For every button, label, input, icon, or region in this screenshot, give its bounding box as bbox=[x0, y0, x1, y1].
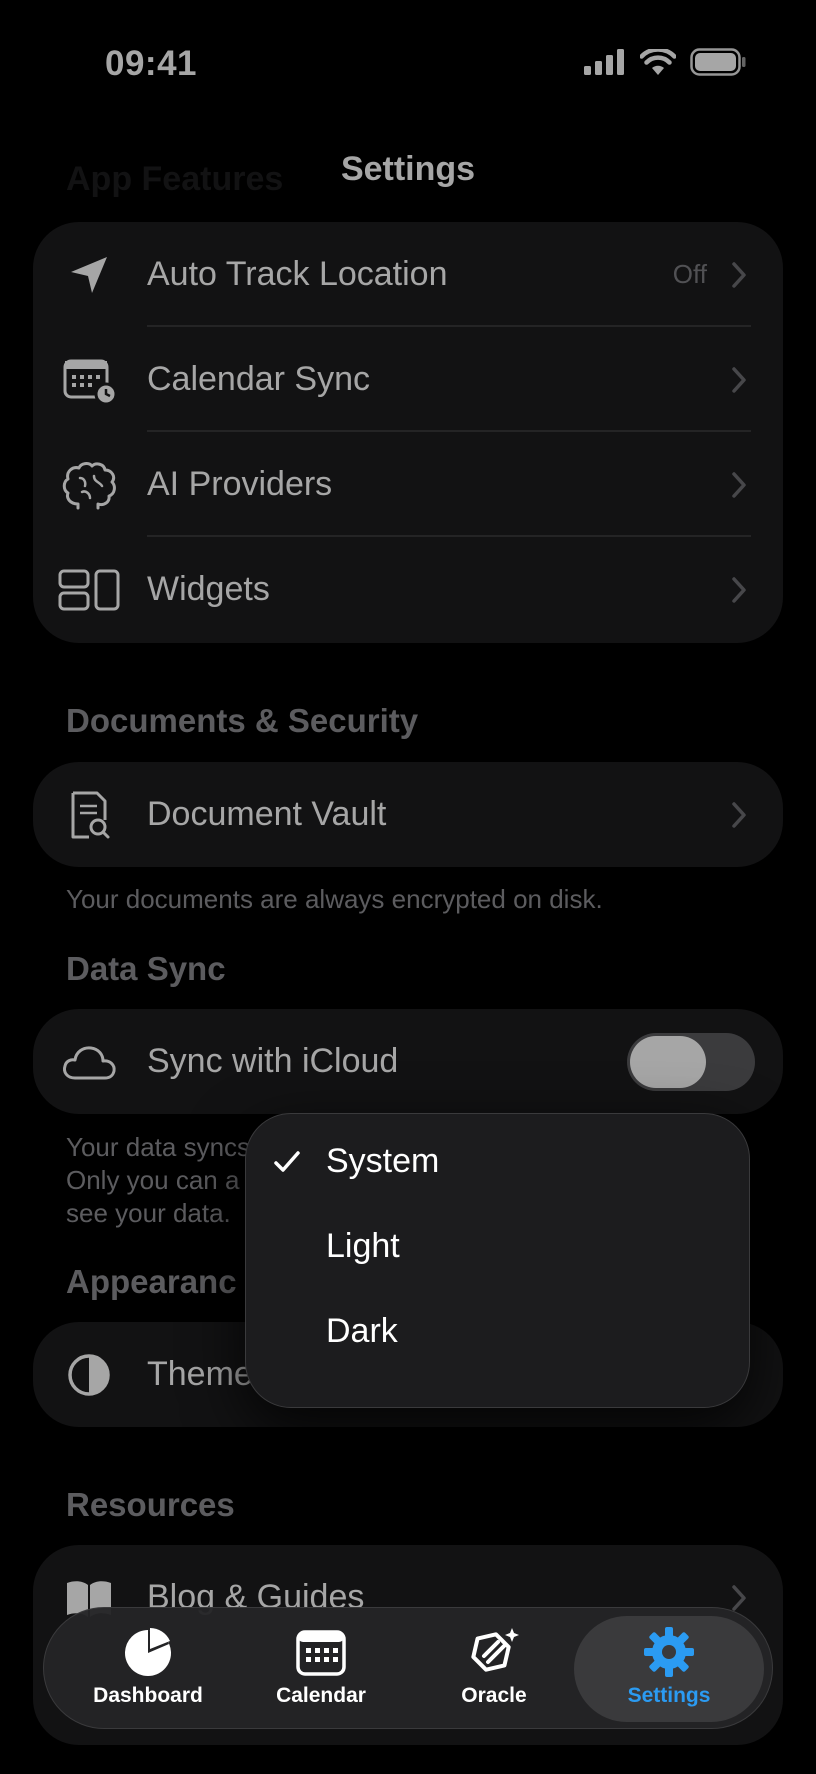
chevron-right-icon bbox=[732, 1584, 746, 1611]
calendar-clock-icon bbox=[57, 348, 121, 412]
theme-option-system[interactable]: System bbox=[246, 1119, 751, 1204]
option-label: System bbox=[326, 1142, 440, 1180]
data-sync-group: Sync with iCloud bbox=[33, 1009, 783, 1114]
status-time: 09:41 bbox=[105, 44, 198, 83]
ai-providers-row[interactable]: AI Providers bbox=[33, 432, 783, 537]
tab-label: Oracle bbox=[461, 1684, 527, 1707]
calendar-icon bbox=[296, 1630, 346, 1676]
row-label: Document Vault bbox=[147, 795, 387, 833]
footnote-line: see your data. bbox=[66, 1198, 231, 1228]
footnote-line: Only you can a bbox=[66, 1165, 240, 1195]
tab-label: Dashboard bbox=[93, 1684, 203, 1707]
status-icons bbox=[584, 48, 746, 76]
page-title: Settings bbox=[340, 150, 476, 188]
tab-label: Settings bbox=[627, 1684, 711, 1707]
battery-icon bbox=[690, 48, 746, 76]
sync-icloud-row: Sync with iCloud bbox=[33, 1009, 783, 1114]
brain-icon bbox=[57, 453, 121, 517]
row-label: Auto Track Location bbox=[147, 255, 448, 293]
tab-bar: Dashboard Calendar Oracle Settings bbox=[43, 1607, 773, 1729]
option-label: Light bbox=[326, 1227, 400, 1265]
row-label: Theme bbox=[147, 1355, 253, 1393]
tab-oracle[interactable]: Oracle bbox=[414, 1616, 574, 1722]
row-label: Sync with iCloud bbox=[147, 1042, 399, 1080]
chevron-right-icon bbox=[732, 576, 746, 603]
location-arrow-icon bbox=[57, 243, 121, 307]
tab-label: Calendar bbox=[276, 1684, 366, 1707]
section-header-appearance: Appearanc bbox=[66, 1263, 237, 1300]
theme-option-dark[interactable]: Dark bbox=[246, 1289, 751, 1374]
gear-icon bbox=[644, 1627, 694, 1677]
widgets-icon bbox=[57, 558, 121, 622]
auto-track-location-row[interactable]: Auto Track Location Off bbox=[33, 222, 783, 327]
status-bar: 09:41 bbox=[0, 0, 816, 130]
row-label: AI Providers bbox=[147, 465, 333, 503]
cellular-signal-icon bbox=[584, 49, 624, 75]
tab-dashboard[interactable]: Dashboard bbox=[68, 1616, 228, 1722]
oracle-sparkle-icon bbox=[471, 1628, 519, 1672]
chevron-right-icon bbox=[732, 261, 746, 288]
footnote-line: Your data syncs bbox=[66, 1132, 251, 1162]
row-value: Off bbox=[672, 259, 707, 289]
documents-security-group: Document Vault bbox=[33, 762, 783, 867]
chevron-right-icon bbox=[732, 801, 746, 828]
section-header-data-sync: Data Sync bbox=[66, 950, 226, 987]
cloud-icon bbox=[57, 1030, 121, 1094]
tab-settings[interactable]: Settings bbox=[574, 1616, 764, 1722]
chevron-right-icon bbox=[732, 366, 746, 393]
row-label: Widgets bbox=[147, 570, 270, 608]
checkmark-icon bbox=[274, 1150, 300, 1172]
toggle-knob bbox=[630, 1036, 706, 1088]
documents-footnote: Your documents are always encrypted on d… bbox=[66, 884, 603, 914]
document-search-icon bbox=[57, 783, 121, 847]
pie-chart-icon bbox=[125, 1628, 171, 1676]
wifi-icon bbox=[640, 48, 676, 75]
section-header-resources: Resources bbox=[66, 1486, 235, 1523]
theme-option-light[interactable]: Light bbox=[246, 1204, 751, 1289]
section-header-documents-security: Documents & Security bbox=[66, 702, 419, 739]
row-label: Calendar Sync bbox=[147, 360, 371, 398]
tab-calendar[interactable]: Calendar bbox=[241, 1616, 401, 1722]
app-features-group: Auto Track Location Off Calendar Sync AI… bbox=[33, 222, 783, 643]
document-vault-row[interactable]: Document Vault bbox=[33, 762, 783, 867]
data-sync-footnote: Your data syncs Only you can a see your … bbox=[66, 1131, 250, 1230]
icloud-sync-toggle[interactable] bbox=[627, 1033, 755, 1091]
widgets-row[interactable]: Widgets bbox=[33, 537, 783, 642]
option-label: Dark bbox=[326, 1312, 398, 1350]
chevron-right-icon bbox=[732, 471, 746, 498]
calendar-sync-row[interactable]: Calendar Sync bbox=[33, 327, 783, 432]
contrast-icon bbox=[57, 1343, 121, 1407]
theme-options-menu: System Light Dark bbox=[245, 1113, 750, 1408]
